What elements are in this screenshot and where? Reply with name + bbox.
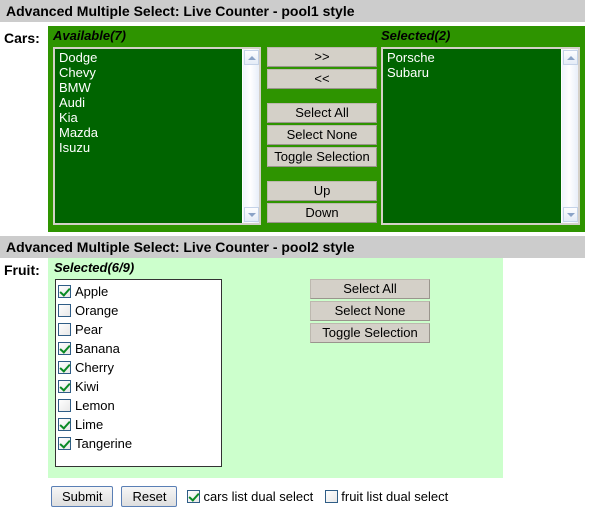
available-cars-items[interactable]: Dodge Chevy BMW Audi Kia Mazda Isuzu [55,49,242,223]
fruit-list-item[interactable]: Apple [58,282,221,301]
scroll-up-icon[interactable] [244,50,259,65]
available-count-caption: Available(7) [53,28,126,43]
checkbox-icon[interactable] [58,380,71,393]
list-item[interactable]: Porsche [385,50,559,65]
list-item[interactable]: Mazda [57,125,240,140]
selected-cars-listbox[interactable]: Porsche Subaru [381,47,580,225]
fruit-list-item-label: Orange [75,303,119,318]
form-actions-row: Submit Reset cars list dual select fruit … [0,481,595,511]
pool1-toggle-selection-button[interactable]: Toggle Selection [267,147,377,167]
scroll-down-icon[interactable] [563,207,578,222]
list-item[interactable]: Isuzu [57,140,240,155]
checkbox-icon[interactable] [58,361,71,374]
fruit-selected-count-caption: Selected(6/9) [54,260,135,275]
form-checkbox[interactable]: cars list dual select [187,489,313,504]
list-item[interactable]: Chevy [57,65,240,80]
chevron-down-icon [566,212,575,217]
chevron-down-icon [247,212,256,217]
list-item[interactable]: Subaru [385,65,559,80]
fruit-list-item-label: Cherry [75,360,115,375]
fruit-checkbox-list[interactable]: Apple Orange Pear Banana Cherry Kiwi Lemon Lime… [55,279,222,467]
submit-button[interactable]: Submit [51,485,114,507]
fruit-list-item[interactable]: Kiwi [58,377,221,396]
checkbox-icon[interactable] [58,304,71,317]
pool2-panel: Selected(6/9) Apple Orange Pear Banana Cherr… [48,258,503,478]
form-checkbox-group: cars list dual select fruit list dual sel… [185,489,458,504]
pool2-button-column: Select All Select None Toggle Selection [310,279,430,345]
fruit-field-label: Fruit: [4,262,40,278]
fruit-list-item-label: Pear [75,322,103,337]
fruit-list-item[interactable]: Banana [58,339,221,358]
move-right-button[interactable]: >> [267,47,377,67]
chevron-up-icon [247,55,256,60]
pool2-select-all-button[interactable]: Select All [310,279,430,299]
move-down-button[interactable]: Down [267,203,377,223]
pool1-select-all-button[interactable]: Select All [267,103,377,123]
checkbox-icon[interactable] [58,342,71,355]
list-item[interactable]: Audi [57,95,240,110]
fruit-list-item-label: Banana [75,341,120,356]
checkbox-icon[interactable] [58,437,71,450]
fruit-list-item-label: Kiwi [75,379,99,394]
list-item[interactable]: BMW [57,80,240,95]
fruit-list-item[interactable]: Lime [58,415,221,434]
list-item[interactable]: Kia [57,110,240,125]
chevron-up-icon [566,55,575,60]
fruit-list-item[interactable]: Cherry [58,358,221,377]
pool2-toggle-selection-button[interactable]: Toggle Selection [310,323,430,343]
scroll-up-icon[interactable] [563,50,578,65]
form-checkbox[interactable]: fruit list dual select [325,489,448,504]
form-checkbox-label: fruit list dual select [341,488,449,504]
available-list-scrollbar[interactable] [242,49,259,223]
fruit-list-item[interactable]: Lemon [58,396,221,415]
scroll-down-icon[interactable] [244,207,259,222]
fruit-list-item-label: Tangerine [75,436,133,451]
pool2-title-bar: Advanced Multiple Select: Live Counter -… [0,236,585,258]
fruit-list-item[interactable]: Pear [58,320,221,339]
fruit-list-item-label: Lemon [75,398,115,413]
pool1-title-bar: Advanced Multiple Select: Live Counter -… [0,0,585,22]
cars-field-label: Cars: [4,30,40,46]
selected-list-scrollbar[interactable] [561,49,578,223]
checkbox-icon[interactable] [58,285,71,298]
checkbox-icon[interactable] [187,489,201,503]
fruit-list-item-label: Lime [75,417,104,432]
pool1-select-none-button[interactable]: Select None [267,125,377,145]
selected-cars-items[interactable]: Porsche Subaru [383,49,561,223]
fruit-list-item[interactable]: Tangerine [58,434,221,453]
reset-button[interactable]: Reset [121,485,178,507]
checkbox-icon[interactable] [58,323,71,336]
button-spacer [267,91,377,103]
move-left-button[interactable]: << [267,69,377,89]
selected-count-caption: Selected(2) [381,28,451,43]
checkbox-icon[interactable] [325,489,339,503]
checkbox-icon[interactable] [58,418,71,431]
available-cars-listbox[interactable]: Dodge Chevy BMW Audi Kia Mazda Isuzu [53,47,261,225]
pool1-button-column: >> << Select All Select None Toggle Sele… [267,47,377,225]
checkbox-icon[interactable] [58,399,71,412]
fruit-list-item-label: Apple [75,284,109,299]
form-checkbox-label: cars list dual select [203,488,314,504]
button-spacer [267,169,377,181]
pool2-select-none-button[interactable]: Select None [310,301,430,321]
fruit-list-item[interactable]: Orange [58,301,221,320]
list-item[interactable]: Dodge [57,50,240,65]
pool1-panel: Available(7) Selected(2) Dodge Chevy BMW Au… [48,26,585,232]
move-up-button[interactable]: Up [267,181,377,201]
